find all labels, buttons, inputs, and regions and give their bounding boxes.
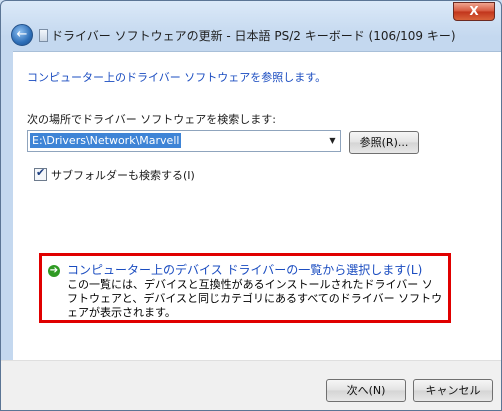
close-button[interactable]: X [453,2,495,21]
dialog-window: X ← ドライバー ソフトウェアの更新 - 日本語 PS/2 キーボード (10… [0,0,502,411]
back-arrow-icon[interactable]: ← [11,24,33,46]
choose-from-list-description: この一覧には、デバイスと互換性があるインストールされたドライバー ソフトウェアと… [67,278,443,319]
chevron-down-icon[interactable]: ▼ [325,131,340,151]
button-bar: 次へ(N) キャンセル [1,360,501,410]
cancel-button[interactable]: キャンセル [413,379,493,402]
highlight-box: ➔ コンピューター上のデバイス ドライバーの一覧から選択します(L) この一覧に… [39,253,451,323]
path-input[interactable]: E:\Drivers\Network\Marvell [30,133,182,148]
subfolder-label[interactable]: サブフォルダーも検索する(I) [51,169,195,182]
title-bar: X ← ドライバー ソフトウェアの更新 - 日本語 PS/2 キーボード (10… [1,1,501,51]
device-icon [39,29,48,42]
path-combobox[interactable]: E:\Drivers\Network\Marvell ▼ [27,130,341,152]
search-location-label: 次の場所でドライバー ソフトウェアを検索します: [27,113,276,126]
subfolder-checkbox[interactable]: ✔ [34,166,47,181]
next-button[interactable]: 次へ(N) [326,379,406,402]
subfolder-checkbox-row[interactable]: ✔ サブフォルダーも検索する(I) [34,166,195,183]
check-icon: ✔ [36,166,46,179]
choose-from-list-link[interactable]: コンピューター上のデバイス ドライバーの一覧から選択します(L) [67,261,422,278]
window-title: ドライバー ソフトウェアの更新 - 日本語 PS/2 キーボード (106/10… [51,29,456,43]
page-heading: コンピューター上のドライバー ソフトウェアを参照します。 [27,71,327,84]
browse-button[interactable]: 参照(R)... [349,131,419,154]
green-arrow-icon: ➔ [48,265,60,277]
